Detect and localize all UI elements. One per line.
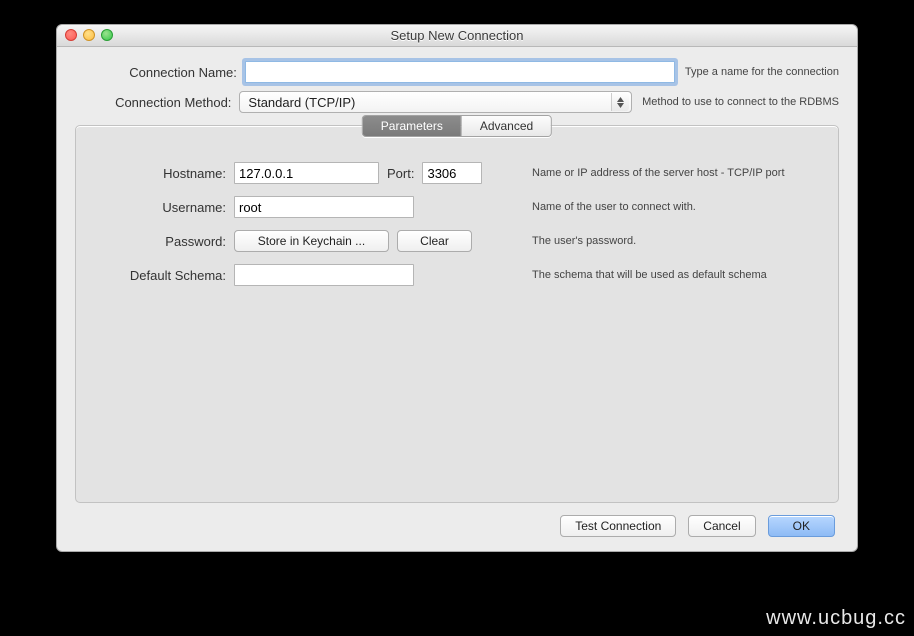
port-input[interactable] [422,162,482,184]
hostname-label: Hostname: [94,166,234,181]
tab-advanced[interactable]: Advanced [462,116,551,136]
tab-parameters[interactable]: Parameters [363,116,462,136]
hostname-hint: Name or IP address of the server host - … [532,167,820,179]
store-keychain-button[interactable]: Store in Keychain ... [234,230,389,252]
default-schema-label: Default Schema: [94,268,234,283]
hostname-input[interactable] [234,162,379,184]
connection-name-hint: Type a name for the connection [685,66,839,78]
setup-connection-window: Setup New Connection Connection Name: Ty… [56,24,858,552]
username-label: Username: [94,200,234,215]
select-arrows-icon [611,93,629,111]
password-hint: The user's password. [532,235,820,247]
connection-name-label: Connection Name: [75,65,245,80]
titlebar: Setup New Connection [57,25,857,47]
watermark-text: www.ucbug.cc [766,607,906,630]
connection-method-value: Standard (TCP/IP) [248,95,355,110]
connection-name-input[interactable] [245,61,675,83]
tabs: Parameters Advanced [362,115,552,137]
dialog-footer: Test Connection Cancel OK [75,503,839,537]
zoom-window-button[interactable] [101,29,113,41]
port-label: Port: [387,166,414,181]
test-connection-button[interactable]: Test Connection [560,515,676,537]
connection-method-label: Connection Method: [75,95,239,110]
connection-method-select[interactable]: Standard (TCP/IP) [239,91,632,113]
cancel-button[interactable]: Cancel [688,515,755,537]
traffic-lights [65,29,113,41]
password-label: Password: [94,234,234,249]
minimize-window-button[interactable] [83,29,95,41]
ok-button[interactable]: OK [768,515,835,537]
clear-password-button[interactable]: Clear [397,230,472,252]
username-hint: Name of the user to connect with. [532,201,820,213]
default-schema-input[interactable] [234,264,414,286]
close-window-button[interactable] [65,29,77,41]
window-title: Setup New Connection [391,28,524,43]
default-schema-hint: The schema that will be used as default … [532,269,820,281]
connection-method-hint: Method to use to connect to the RDBMS [642,96,839,108]
parameters-panel: Parameters Advanced Hostname: Port: Name… [75,125,839,503]
username-input[interactable] [234,196,414,218]
